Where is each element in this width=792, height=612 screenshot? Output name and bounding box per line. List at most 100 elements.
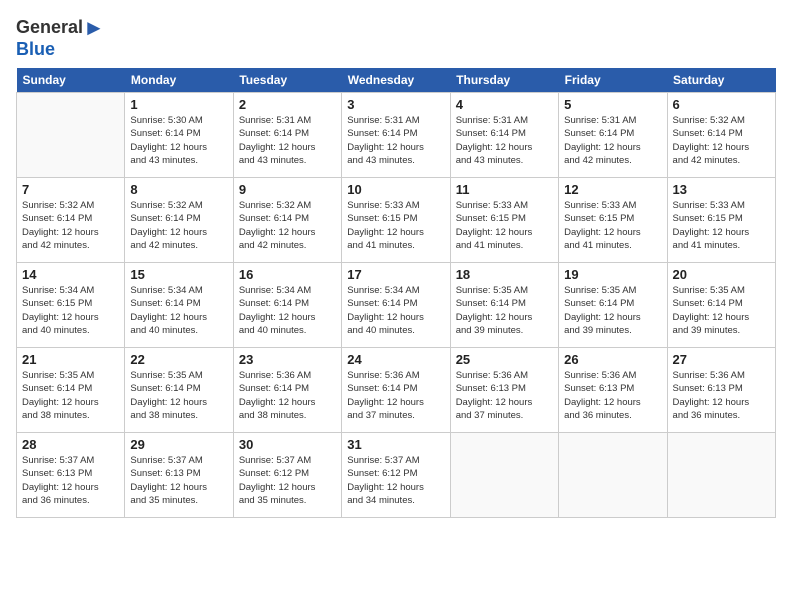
day-number: 5	[564, 97, 661, 112]
calendar-cell: 11 Sunrise: 5:33 AM Sunset: 6:15 PM Dayli…	[450, 177, 558, 262]
day-number: 29	[130, 437, 227, 452]
calendar-cell: 6Sunrise: 5:32 AM Sunset: 6:14 PM Daylig…	[667, 92, 775, 177]
day-number: 12	[564, 182, 661, 197]
calendar-cell: 20 Sunrise: 5:35 AM Sunset: 6:14 PM Dayli…	[667, 262, 775, 347]
day-info: Sunrise: 5:37 AM Sunset: 6:13 PM Dayligh…	[130, 454, 227, 507]
day-number: 28	[22, 437, 119, 452]
calendar-cell: 7 Sunrise: 5:32 AM Sunset: 6:14 PM Daylig…	[17, 177, 125, 262]
weekday-header-wednesday: Wednesday	[342, 68, 450, 93]
logo-general: General	[16, 17, 83, 37]
calendar-cell: 29 Sunrise: 5:37 AM Sunset: 6:13 PM Dayli…	[125, 432, 233, 517]
logo: General► Blue	[16, 16, 105, 60]
calendar-week-4: 21 Sunrise: 5:35 AM Sunset: 6:14 PM Dayli…	[17, 347, 776, 432]
calendar-cell: 14 Sunrise: 5:34 AM Sunset: 6:15 PM Dayli…	[17, 262, 125, 347]
day-number: 31	[347, 437, 444, 452]
weekday-header-monday: Monday	[125, 68, 233, 93]
calendar-cell: 8 Sunrise: 5:32 AM Sunset: 6:14 PM Daylig…	[125, 177, 233, 262]
day-number: 24	[347, 352, 444, 367]
day-number: 7	[22, 182, 119, 197]
day-info: Sunrise: 5:34 AM Sunset: 6:14 PM Dayligh…	[130, 284, 227, 337]
day-number: 10	[347, 182, 444, 197]
day-info: Sunrise: 5:35 AM Sunset: 6:14 PM Dayligh…	[130, 369, 227, 422]
day-number: 14	[22, 267, 119, 282]
calendar-week-2: 7 Sunrise: 5:32 AM Sunset: 6:14 PM Daylig…	[17, 177, 776, 262]
day-info: Sunrise: 5:33 AM Sunset: 6:15 PM Dayligh…	[347, 199, 444, 252]
calendar-cell: 1 Sunrise: 5:30 AM Sunset: 6:14 PM Daylig…	[125, 92, 233, 177]
day-info: Sunrise: 5:37 AM Sunset: 6:13 PM Dayligh…	[22, 454, 119, 507]
day-number: 3	[347, 97, 444, 112]
day-info: Sunrise: 5:35 AM Sunset: 6:14 PM Dayligh…	[564, 284, 661, 337]
day-number: 1	[130, 97, 227, 112]
calendar-week-1: 1 Sunrise: 5:30 AM Sunset: 6:14 PM Daylig…	[17, 92, 776, 177]
day-info: Sunrise: 5:34 AM Sunset: 6:15 PM Dayligh…	[22, 284, 119, 337]
day-info: Sunrise: 5:37 AM Sunset: 6:12 PM Dayligh…	[239, 454, 336, 507]
calendar-cell: 18 Sunrise: 5:35 AM Sunset: 6:14 PM Dayli…	[450, 262, 558, 347]
calendar-cell: 25Sunrise: 5:36 AM Sunset: 6:13 PM Dayli…	[450, 347, 558, 432]
calendar-cell	[450, 432, 558, 517]
day-number: 20	[673, 267, 770, 282]
day-info: Sunrise: 5:33 AM Sunset: 6:15 PM Dayligh…	[456, 199, 553, 252]
calendar-week-3: 14 Sunrise: 5:34 AM Sunset: 6:15 PM Dayli…	[17, 262, 776, 347]
calendar-cell: 23Sunrise: 5:36 AM Sunset: 6:14 PM Dayli…	[233, 347, 341, 432]
calendar-cell: 21 Sunrise: 5:35 AM Sunset: 6:14 PM Dayli…	[17, 347, 125, 432]
calendar-cell: 16Sunrise: 5:34 AM Sunset: 6:14 PM Dayli…	[233, 262, 341, 347]
day-number: 11	[456, 182, 553, 197]
calendar-table: SundayMondayTuesdayWednesdayThursdayFrid…	[16, 68, 776, 518]
calendar-cell: 24 Sunrise: 5:36 AM Sunset: 6:14 PM Dayli…	[342, 347, 450, 432]
day-number: 18	[456, 267, 553, 282]
calendar-cell: 10 Sunrise: 5:33 AM Sunset: 6:15 PM Dayli…	[342, 177, 450, 262]
day-info: Sunrise: 5:35 AM Sunset: 6:14 PM Dayligh…	[22, 369, 119, 422]
day-info: Sunrise: 5:31 AM Sunset: 6:14 PM Dayligh…	[347, 114, 444, 167]
calendar-cell	[17, 92, 125, 177]
day-info: Sunrise: 5:31 AM Sunset: 6:14 PM Dayligh…	[456, 114, 553, 167]
day-info: Sunrise: 5:32 AM Sunset: 6:14 PM Dayligh…	[22, 199, 119, 252]
day-number: 13	[673, 182, 770, 197]
calendar-cell: 3 Sunrise: 5:31 AM Sunset: 6:14 PM Daylig…	[342, 92, 450, 177]
day-number: 19	[564, 267, 661, 282]
day-info: Sunrise: 5:34 AM Sunset: 6:14 PM Dayligh…	[239, 284, 336, 337]
day-number: 9	[239, 182, 336, 197]
day-info: Sunrise: 5:30 AM Sunset: 6:14 PM Dayligh…	[130, 114, 227, 167]
day-number: 8	[130, 182, 227, 197]
day-number: 21	[22, 352, 119, 367]
calendar-cell	[559, 432, 667, 517]
day-info: Sunrise: 5:33 AM Sunset: 6:15 PM Dayligh…	[673, 199, 770, 252]
day-info: Sunrise: 5:31 AM Sunset: 6:14 PM Dayligh…	[239, 114, 336, 167]
calendar-cell: 4 Sunrise: 5:31 AM Sunset: 6:14 PM Daylig…	[450, 92, 558, 177]
calendar-cell: 27Sunrise: 5:36 AM Sunset: 6:13 PM Dayli…	[667, 347, 775, 432]
day-info: Sunrise: 5:34 AM Sunset: 6:14 PM Dayligh…	[347, 284, 444, 337]
day-number: 22	[130, 352, 227, 367]
day-info: Sunrise: 5:36 AM Sunset: 6:14 PM Dayligh…	[239, 369, 336, 422]
calendar-cell: 30 Sunrise: 5:37 AM Sunset: 6:12 PM Dayli…	[233, 432, 341, 517]
day-number: 30	[239, 437, 336, 452]
calendar-cell: 22 Sunrise: 5:35 AM Sunset: 6:14 PM Dayli…	[125, 347, 233, 432]
calendar-cell: 15Sunrise: 5:34 AM Sunset: 6:14 PM Dayli…	[125, 262, 233, 347]
day-info: Sunrise: 5:37 AM Sunset: 6:12 PM Dayligh…	[347, 454, 444, 507]
logo-arrow-icon: ►	[83, 15, 105, 40]
page-header: General► Blue	[16, 16, 776, 60]
day-number: 4	[456, 97, 553, 112]
calendar-cell	[667, 432, 775, 517]
day-number: 27	[673, 352, 770, 367]
day-info: Sunrise: 5:35 AM Sunset: 6:14 PM Dayligh…	[673, 284, 770, 337]
weekday-header-sunday: Sunday	[17, 68, 125, 93]
calendar-body: 1 Sunrise: 5:30 AM Sunset: 6:14 PM Daylig…	[17, 92, 776, 517]
calendar-cell: 17 Sunrise: 5:34 AM Sunset: 6:14 PM Dayli…	[342, 262, 450, 347]
day-number: 26	[564, 352, 661, 367]
day-info: Sunrise: 5:33 AM Sunset: 6:15 PM Dayligh…	[564, 199, 661, 252]
calendar-header: SundayMondayTuesdayWednesdayThursdayFrid…	[17, 68, 776, 93]
calendar-cell: 19 Sunrise: 5:35 AM Sunset: 6:14 PM Dayli…	[559, 262, 667, 347]
day-info: Sunrise: 5:35 AM Sunset: 6:14 PM Dayligh…	[456, 284, 553, 337]
day-info: Sunrise: 5:32 AM Sunset: 6:14 PM Dayligh…	[673, 114, 770, 167]
calendar-cell: 26 Sunrise: 5:36 AM Sunset: 6:13 PM Dayli…	[559, 347, 667, 432]
day-info: Sunrise: 5:36 AM Sunset: 6:14 PM Dayligh…	[347, 369, 444, 422]
day-number: 17	[347, 267, 444, 282]
day-info: Sunrise: 5:32 AM Sunset: 6:14 PM Dayligh…	[130, 199, 227, 252]
calendar-cell: 31 Sunrise: 5:37 AM Sunset: 6:12 PM Dayli…	[342, 432, 450, 517]
day-info: Sunrise: 5:36 AM Sunset: 6:13 PM Dayligh…	[564, 369, 661, 422]
calendar-cell: 28 Sunrise: 5:37 AM Sunset: 6:13 PM Dayli…	[17, 432, 125, 517]
weekday-header-tuesday: Tuesday	[233, 68, 341, 93]
day-info: Sunrise: 5:31 AM Sunset: 6:14 PM Dayligh…	[564, 114, 661, 167]
weekday-header-row: SundayMondayTuesdayWednesdayThursdayFrid…	[17, 68, 776, 93]
weekday-header-thursday: Thursday	[450, 68, 558, 93]
